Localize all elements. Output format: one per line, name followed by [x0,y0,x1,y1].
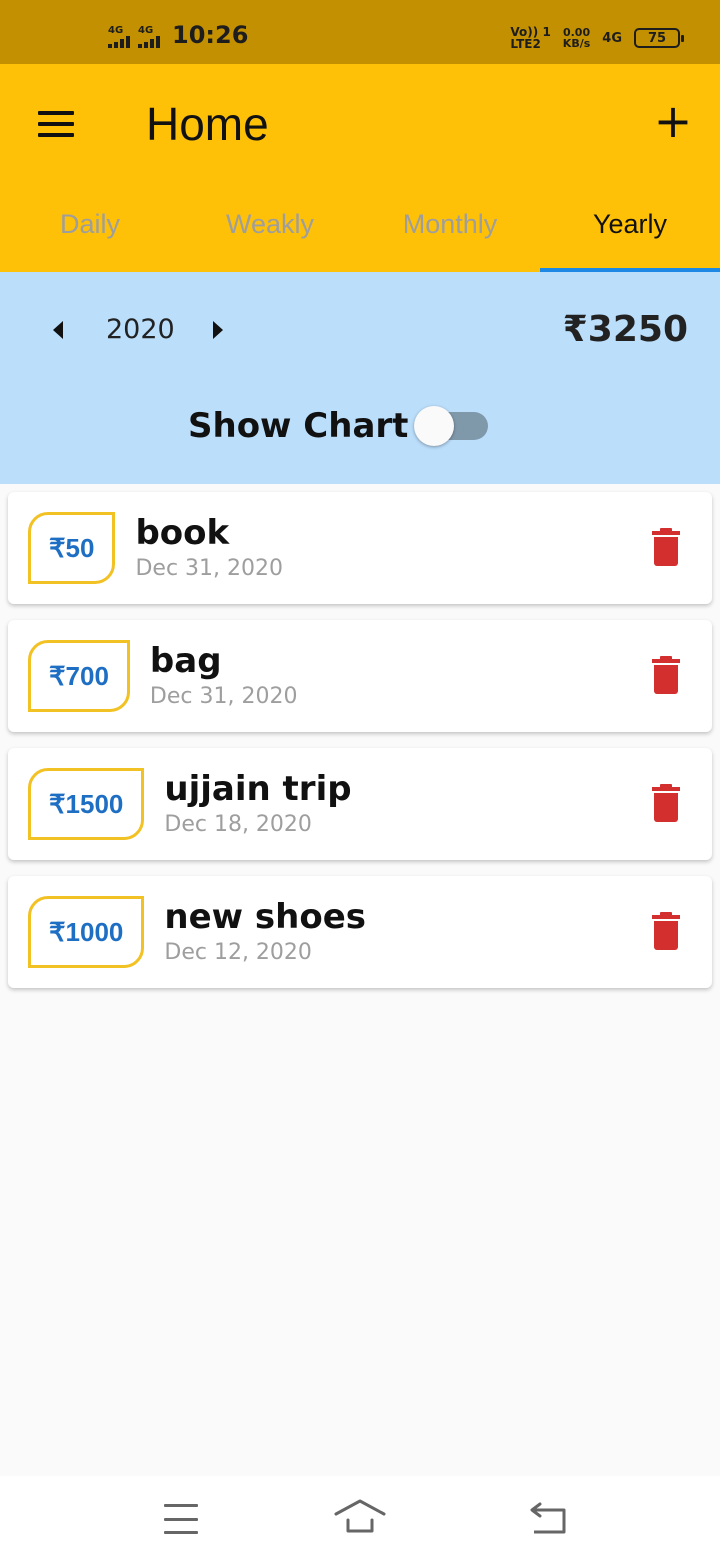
sim1-signal-icon: 4G [108,26,130,48]
menu-icon[interactable] [30,104,82,144]
trash-icon[interactable] [650,656,682,696]
speed-unit: KB/s [562,37,591,50]
status-left: 4G 4G 10:26 [108,22,248,48]
item-name: new shoes [164,897,366,937]
toggle-knob [414,406,454,446]
status-right: Vo)) 1 LTE2 0.00 KB/s 4G 75 [510,26,684,50]
period-tabs: Daily Weakly Monthly Yearly [0,194,720,272]
clock: 10:26 [172,21,249,49]
page-title: Home [146,98,269,150]
sim2-label: 4G [138,25,154,36]
total-amount: ₹3250 [562,309,688,350]
transaction-list: ₹50 book Dec 31, 2020 ₹700 bag Dec 31, 2… [8,492,712,1004]
system-nav-bar [0,1476,720,1560]
previous-year-button[interactable] [44,312,72,348]
amount-badge: ₹1000 [28,896,145,968]
item-name: book [135,513,230,553]
volte-bottom: LTE2 [510,37,541,51]
menu-lines-icon[interactable] [164,1504,198,1534]
volte-indicator: Vo)) 1 LTE2 [510,26,550,50]
home-icon[interactable] [334,1498,386,1534]
tab-yearly[interactable]: Yearly [540,194,720,272]
network-type: 4G [602,30,622,46]
tab-monthly[interactable]: Monthly [360,194,540,272]
amount-badge: ₹1500 [28,768,145,840]
amount-badge: ₹700 [28,640,130,712]
trash-icon[interactable] [650,528,682,568]
list-item: ₹700 bag Dec 31, 2020 [8,620,712,732]
item-info: bag Dec 31, 2020 [150,640,298,712]
app-bar: Home + Daily Weakly Monthly Yearly [0,64,720,272]
item-info: new shoes Dec 12, 2020 [164,896,366,968]
item-info: book Dec 31, 2020 [135,512,283,584]
list-item: ₹1000 new shoes Dec 12, 2020 [8,876,712,988]
status-bar: 4G 4G 10:26 Vo)) 1 LTE2 0.00 KB/s 4G 75 [0,0,720,64]
back-arrow-icon[interactable] [528,1502,568,1536]
item-name: bag [149,641,222,681]
add-expense-button[interactable]: + [646,94,700,148]
item-name: ujjain trip [164,769,352,809]
battery-icon: 75 [634,28,684,48]
sim1-label: 4G [108,25,124,36]
trash-icon[interactable] [650,912,682,952]
item-date: Dec 12, 2020 [164,940,312,965]
tab-weakly[interactable]: Weakly [180,194,360,272]
battery-level: 75 [647,30,667,46]
sim2-signal-icon: 4G [138,26,160,48]
item-date: Dec 31, 2020 [149,684,298,709]
tab-daily[interactable]: Daily [0,194,180,272]
list-item: ₹1500 ujjain trip Dec 18, 2020 [8,748,712,860]
trash-icon[interactable] [650,784,682,824]
network-speed: 0.00 KB/s [563,27,590,49]
show-chart-toggle[interactable] [414,406,490,446]
item-date: Dec 18, 2020 [164,812,312,837]
summary-panel: 2020 ₹3250 Show Chart [0,272,720,484]
list-item: ₹50 book Dec 31, 2020 [8,492,712,604]
next-year-button[interactable] [204,312,232,348]
item-info: ujjain trip Dec 18, 2020 [164,768,351,840]
show-chart-label: Show Chart [188,406,409,446]
amount-badge: ₹50 [28,512,116,584]
selected-year: 2020 [106,314,175,345]
item-date: Dec 31, 2020 [135,556,284,581]
